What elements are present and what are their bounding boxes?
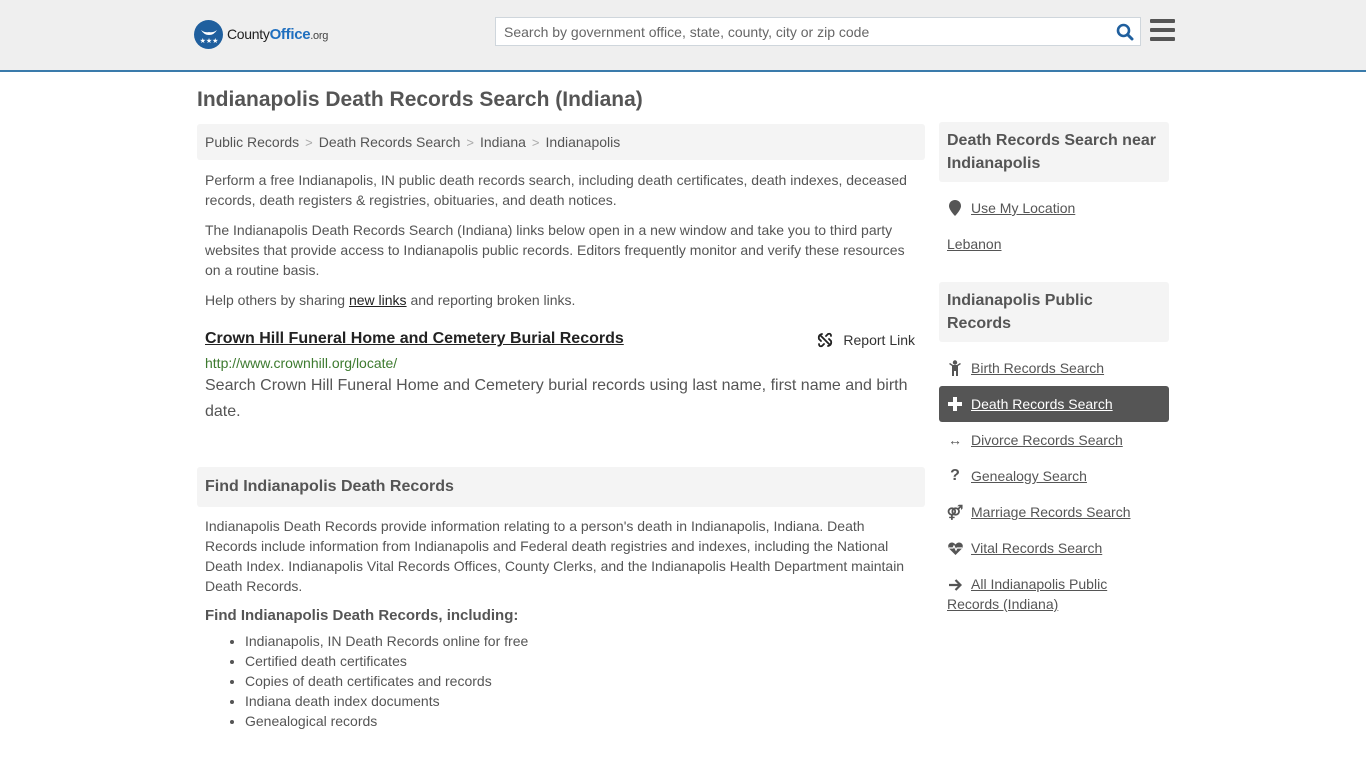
heartbeat-icon: [947, 542, 963, 555]
list-item: Certified death certificates: [245, 651, 925, 671]
map-marker-icon: [947, 200, 963, 216]
public-records-links: Birth Records Search Death Records Searc…: [939, 350, 1169, 614]
venus-mars-icon: ⚤: [946, 503, 964, 520]
search-icon: [1116, 23, 1134, 40]
page-title: Indianapolis Death Records Search (India…: [197, 88, 643, 111]
list-item: Genealogical records: [245, 711, 925, 731]
svg-text:★★★: ★★★: [199, 37, 218, 45]
nearby-heading: Death Records Search near Indianapolis: [939, 122, 1169, 182]
list-item: Copies of death certificates and records: [245, 671, 925, 691]
plus-icon: [947, 397, 963, 411]
public-records-heading: Indianapolis Public Records: [939, 282, 1169, 342]
result-item: Crown Hill Funeral Home and Cemetery Bur…: [197, 330, 925, 425]
sidebar-item-genealogy[interactable]: ? Genealogy Search: [939, 458, 1169, 494]
result-url: http://www.crownhill.org/locate/: [205, 355, 398, 371]
breadcrumb-public-records[interactable]: Public Records: [205, 134, 299, 150]
list-item: Indianapolis, IN Death Records online fo…: [245, 631, 925, 651]
breadcrumb-indiana[interactable]: Indiana: [480, 134, 526, 150]
main-content: Public Records > Death Records Search > …: [197, 124, 925, 731]
result-title-link[interactable]: Crown Hill Funeral Home and Cemetery Bur…: [205, 330, 624, 348]
logo-text: CountyOffice.org: [227, 26, 329, 43]
breadcrumb-separator: >: [466, 134, 474, 150]
result-description: Search Crown Hill Funeral Home and Cemet…: [205, 377, 908, 420]
share-links-paragraph: Help others by sharing new links and rep…: [205, 292, 576, 308]
search-box: [495, 17, 1141, 46]
breadcrumb-separator: >: [305, 134, 313, 150]
nearby-place-link[interactable]: Lebanon: [939, 226, 1169, 262]
hamburger-menu-icon[interactable]: [1150, 19, 1175, 41]
breadcrumb: Public Records > Death Records Search > …: [197, 124, 925, 160]
site-header: ★★★ CountyOffice.org: [0, 0, 1366, 72]
arrows-horizontal-icon: ↔: [948, 432, 962, 448]
sidebar-item-all-public-records[interactable]: All Indianapolis Public Records (Indiana…: [939, 566, 1169, 614]
site-logo[interactable]: ★★★ CountyOffice.org: [194, 20, 328, 49]
search-input[interactable]: [496, 18, 1110, 45]
breadcrumb-indianapolis[interactable]: Indianapolis: [546, 134, 621, 150]
sidebar-item-marriage-records[interactable]: ⚤ Marriage Records Search: [939, 494, 1169, 530]
find-section-heading: Find Indianapolis Death Records: [197, 467, 925, 507]
report-link-button[interactable]: Report Link: [817, 332, 915, 348]
breadcrumb-death-records-search[interactable]: Death Records Search: [319, 134, 461, 150]
record-types-list: Indianapolis, IN Death Records online fo…: [197, 631, 925, 731]
find-section-body: Indianapolis Death Records provide infor…: [205, 518, 905, 594]
child-icon: [947, 360, 963, 376]
sidebar: Death Records Search near Indianapolis U…: [939, 122, 1169, 614]
breadcrumb-separator: >: [531, 134, 540, 150]
intro-paragraph: Perform a free Indianapolis, IN public d…: [205, 172, 907, 208]
use-my-location-link[interactable]: Use My Location: [939, 190, 1169, 226]
sidebar-item-death-records[interactable]: Death Records Search: [939, 386, 1169, 422]
find-section-subheading: Find Indianapolis Death Records, includi…: [205, 607, 519, 624]
eagle-stars-logo-icon: ★★★: [194, 20, 223, 49]
search-button[interactable]: [1110, 18, 1140, 45]
sidebar-item-divorce-records[interactable]: ↔ Divorce Records Search: [939, 422, 1169, 458]
broken-link-icon: [818, 332, 833, 348]
arrow-right-icon: [947, 579, 963, 592]
sidebar-item-birth-records[interactable]: Birth Records Search: [939, 350, 1169, 386]
new-links-link[interactable]: new links: [349, 292, 407, 308]
sidebar-item-vital-records[interactable]: Vital Records Search: [939, 530, 1169, 566]
disclaimer-paragraph: The Indianapolis Death Records Search (I…: [205, 222, 905, 278]
list-item: Indiana death index documents: [245, 691, 925, 711]
question-icon: ?: [950, 467, 960, 484]
